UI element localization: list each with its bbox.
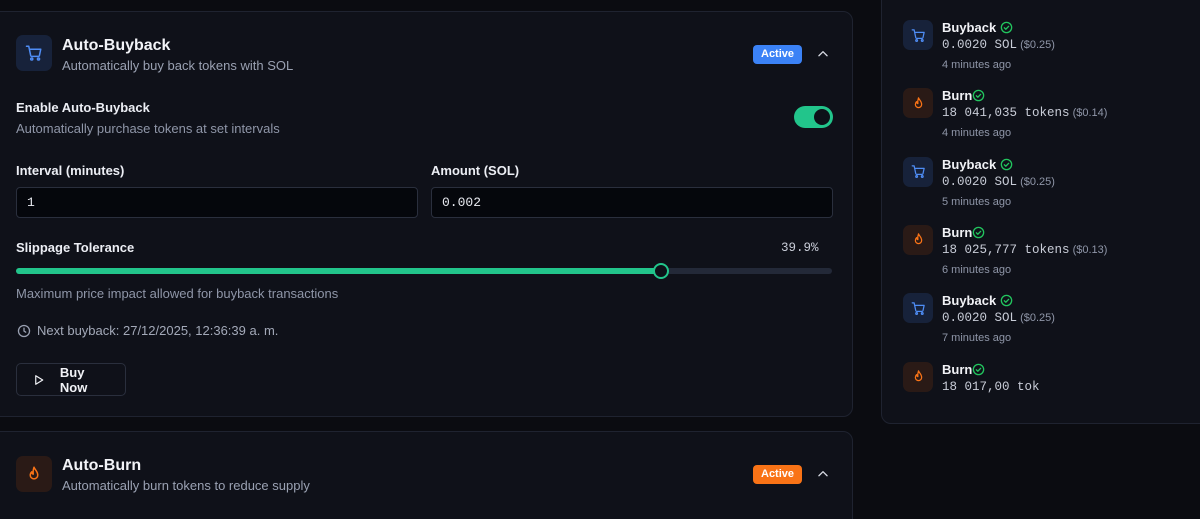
activity-type: Buyback bbox=[942, 20, 997, 35]
auto-buyback-card: Auto-Buyback Automatically buy back toke… bbox=[0, 11, 853, 417]
activity-amount: 18 017,00 tok bbox=[942, 380, 1040, 394]
activity-amount: 18 041,035 tokens ($0.14) bbox=[942, 106, 1107, 120]
flame-icon bbox=[903, 224, 933, 255]
amount-label: Amount (SOL) bbox=[431, 163, 520, 178]
chevron-up-icon[interactable] bbox=[816, 467, 830, 481]
activity-amount-value: 18 041,035 tokens bbox=[942, 106, 1070, 121]
activity-amount: 0.0020 SOL ($0.25) bbox=[942, 311, 1055, 325]
shopping-cart-icon bbox=[16, 35, 52, 71]
activity-amount: 0.0020 SOL ($0.25) bbox=[942, 175, 1055, 189]
shopping-cart-icon bbox=[903, 156, 933, 187]
slippage-slider-thumb[interactable] bbox=[652, 263, 669, 279]
burn-subtitle: Automatically burn tokens to reduce supp… bbox=[62, 478, 310, 493]
activity-item[interactable]: Burn 18 041,035 tokens ($0.14) 4 minutes a… bbox=[902, 88, 1200, 148]
activity-amount-value: 0.0020 SOL bbox=[942, 38, 1018, 52]
buyback-subtitle: Automatically buy back tokens with SOL bbox=[62, 58, 294, 73]
flame-icon bbox=[16, 456, 52, 492]
next-buyback-text: Next buyback: 27/12/2025, 12:36:39 a. m. bbox=[37, 323, 279, 338]
activity-type: Burn bbox=[942, 88, 973, 104]
check-circle-icon bbox=[972, 89, 985, 107]
check-circle-icon bbox=[1000, 294, 1013, 312]
clock-icon bbox=[17, 324, 31, 338]
activity-type: Burn bbox=[942, 224, 973, 240]
activity-item[interactable]: 18 034,373 tokens ($0.14)3 minutes ago bbox=[902, 0, 1200, 12]
flame-icon bbox=[903, 88, 933, 119]
activity-amount-usd: ($0.14) bbox=[1069, 107, 1108, 120]
burn-status-badge: Active bbox=[753, 465, 803, 484]
activity-amount-value: 18 025,777 tokens bbox=[942, 242, 1070, 257]
activity-amount-usd: ($0.25) bbox=[1017, 175, 1055, 188]
activity-type: Buyback bbox=[942, 156, 997, 172]
activity-amount-usd: ($0.13) bbox=[1069, 243, 1108, 256]
activity-amount-value: 18 017,00 tok bbox=[942, 379, 1040, 394]
interval-label: Interval (minutes) bbox=[16, 163, 125, 178]
activity-time: 4 minutes ago bbox=[942, 59, 1012, 71]
activity-item[interactable]: Buyback 0.0020 SOL ($0.25) 7 minutes ago bbox=[902, 293, 1200, 353]
auto-burn-card: Auto-Burn Automatically burn tokens to r… bbox=[0, 431, 853, 519]
activity-time: 7 minutes ago bbox=[942, 332, 1012, 345]
enable-buyback-description: Automatically purchase tokens at set int… bbox=[16, 121, 280, 136]
check-circle-icon bbox=[1000, 158, 1013, 176]
activity-item[interactable]: Buyback 0.0020 SOL ($0.25) 5 minutes ago bbox=[902, 156, 1200, 217]
check-circle-icon bbox=[972, 226, 985, 244]
buy-now-button[interactable]: Buy Now bbox=[16, 363, 126, 396]
check-circle-icon bbox=[972, 363, 985, 381]
activity-time: 4 minutes ago bbox=[942, 127, 1012, 140]
buyback-status-badge: Active bbox=[753, 45, 803, 64]
slippage-slider-track[interactable] bbox=[16, 268, 832, 274]
activity-amount: 0.0020 SOL ($0.25) bbox=[942, 38, 1055, 52]
toggle-knob bbox=[814, 109, 830, 125]
amount-input[interactable]: 0.002 bbox=[431, 187, 833, 218]
activity-item[interactable]: Buyback 0.0020 SOL ($0.25) 4 minutes ago bbox=[902, 20, 1200, 80]
activity-item[interactable]: Burn 18 025,777 tokens ($0.13) 6 minutes a… bbox=[902, 224, 1200, 285]
flame-icon bbox=[903, 361, 933, 392]
activity-amount-usd: ($0.25) bbox=[1017, 39, 1055, 51]
enable-buyback-toggle[interactable] bbox=[794, 106, 833, 128]
shopping-cart-icon bbox=[903, 293, 933, 324]
buyback-title: Auto-Buyback bbox=[62, 37, 171, 54]
chevron-up-icon[interactable] bbox=[816, 47, 830, 61]
activity-amount-value: 0.0020 SOL bbox=[942, 311, 1018, 326]
slippage-label: Slippage Tolerance bbox=[16, 240, 135, 255]
interval-input[interactable]: 1 bbox=[16, 187, 418, 218]
activity-amount: 18 025,777 tokens ($0.13) bbox=[942, 243, 1107, 257]
buy-now-label: Buy Now bbox=[59, 364, 88, 395]
activity-amount-value: 0.0020 SOL bbox=[942, 174, 1018, 189]
enable-buyback-label: Enable Auto-Buyback bbox=[16, 100, 150, 115]
activity-time: 5 minutes ago bbox=[942, 195, 1012, 208]
activity-amount-usd: ($0.25) bbox=[1017, 312, 1055, 325]
slippage-value: 39.9% bbox=[781, 241, 819, 255]
burn-title: Auto-Burn bbox=[62, 457, 142, 474]
activity-type: Burn bbox=[942, 361, 973, 377]
slippage-description: Maximum price impact allowed for buyback… bbox=[16, 286, 339, 301]
activity-item[interactable]: Burn 18 017,00 tok bbox=[902, 361, 1200, 422]
shopping-cart-icon bbox=[903, 20, 933, 50]
play-icon bbox=[35, 374, 44, 385]
check-circle-icon bbox=[1000, 21, 1013, 39]
activity-feed-panel: 18 034,373 tokens ($0.14)3 minutes ago Bu… bbox=[881, 0, 1200, 424]
activity-type: Buyback bbox=[942, 293, 997, 309]
slippage-slider-fill bbox=[16, 268, 661, 274]
activity-time: 6 minutes ago bbox=[942, 263, 1012, 276]
